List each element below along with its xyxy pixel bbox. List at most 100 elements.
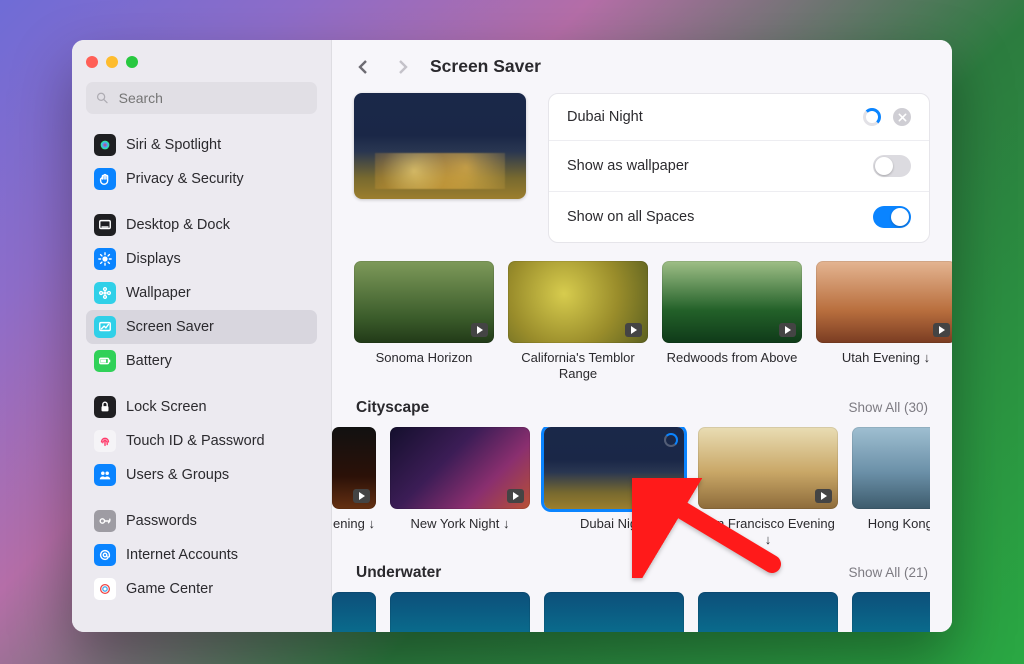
section-row[interactable] [332,592,930,632]
show-on-all-spaces-label: Show on all Spaces [567,209,694,225]
sidebar-item-label: Displays [126,251,181,267]
thumbnail-image [354,261,494,343]
play-icon [507,489,524,503]
screensaver-thumbnail[interactable] [332,592,376,632]
play-icon [661,489,678,503]
current-screensaver-name: Dubai Night [567,109,643,125]
thumbnail-label: Dubai Night [544,516,684,532]
play-icon [353,489,370,503]
sidebar-item-label: Touch ID & Password [126,433,265,449]
sidebar-item-label: Passwords [126,513,197,529]
screensaver-thumbnail[interactable]: San Francisco Evening ↓ [698,427,838,549]
download-progress-icon [863,108,881,126]
screensaver-thumbnail[interactable]: ening ↓ [332,427,376,549]
sidebar-item-users-groups[interactable]: Users & Groups [86,458,317,492]
screensaver-catalog[interactable]: Sonoma Horizon California's Temblor Range… [332,261,952,632]
thumbnail-label: Hong Kong Harbor [852,516,930,532]
screensaver-thumbnail[interactable] [852,592,930,632]
window-controls [86,56,317,68]
sidebar-item-label: Game Center [126,581,213,597]
sidebar-item-label: Battery [126,353,172,369]
flower-icon [94,282,116,304]
sidebar-item-privacy-security[interactable]: Privacy & Security [86,162,317,196]
sidebar-item-label: Privacy & Security [126,171,244,187]
sidebar-item-desktop-dock[interactable]: Desktop & Dock [86,208,317,242]
thumbnail-image [698,592,838,632]
sidebar-item-label: Siri & Spotlight [126,137,221,153]
sidebar-item-passwords[interactable]: Passwords [86,504,317,538]
at-icon [94,544,116,566]
sidebar-item-siri-spotlight[interactable]: Siri & Spotlight [86,128,317,162]
screensaver-thumbnail[interactable]: Dubai Night [544,427,684,549]
toolbar: Screen Saver [332,40,952,87]
forward-button[interactable] [392,57,412,77]
screensaver-thumbnail[interactable]: Utah Evening ↓ [816,261,952,383]
sidebar-item-lock-screen[interactable]: Lock Screen [86,390,317,424]
back-button[interactable] [354,57,374,77]
thumbnail-label: California's Temblor Range [508,350,648,383]
screensaver-icon [94,316,116,338]
screensaver-thumbnail[interactable]: California's Temblor Range [508,261,648,383]
thumbnail-image [332,592,376,632]
thumbnail-label: Sonoma Horizon [354,350,494,366]
siri-icon [94,134,116,156]
thumbnail-image [544,592,684,632]
minimize-window-button[interactable] [106,56,118,68]
game-icon [94,578,116,600]
thumbnail-label: Redwoods from Above [662,350,802,366]
sun-icon [94,248,116,270]
zoom-window-button[interactable] [126,56,138,68]
section-row[interactable]: ening ↓ New York Night ↓ Dubai Night San Fr… [332,427,930,549]
thumbnail-download-icon [664,433,678,447]
screensaver-thumbnail[interactable] [698,592,838,632]
thumbnail-image [698,427,838,509]
search-input[interactable] [117,89,307,107]
play-icon [471,323,488,337]
sidebar-item-wallpaper[interactable]: Wallpaper [86,276,317,310]
key-icon [94,510,116,532]
show-as-wallpaper-toggle[interactable] [873,155,911,177]
play-icon [779,323,796,337]
screensaver-settings-card: Dubai Night Show as wallpaper Show on al… [548,93,930,243]
show-on-all-spaces-toggle[interactable] [873,206,911,228]
sidebar-item-touch-id-password[interactable]: Touch ID & Password [86,424,317,458]
screensaver-thumbnail[interactable] [544,592,684,632]
thumbnail-image [390,592,530,632]
system-settings-window: Siri & Spotlight Privacy & Security Deskto… [72,40,952,632]
screensaver-thumbnail[interactable]: Hong Kong Harbor [852,427,930,549]
play-icon [625,323,642,337]
show-all-button[interactable]: Show All (21) [848,565,928,580]
show-all-button[interactable]: Show All (30) [848,400,928,415]
sidebar-item-game-center[interactable]: Game Center [86,572,317,606]
sidebar-item-internet-accounts[interactable]: Internet Accounts [86,538,317,572]
sidebar-item-label: Desktop & Dock [126,217,230,233]
thumbnail-label: ening ↓ [332,516,376,532]
sidebar-item-label: Internet Accounts [126,547,238,563]
section-title: Underwater [356,564,441,582]
sidebar-item-displays[interactable]: Displays [86,242,317,276]
thumbnail-label: San Francisco Evening ↓ [698,516,838,549]
sidebar-item-label: Wallpaper [126,285,191,301]
sidebar-item-label: Lock Screen [126,399,207,415]
screensaver-thumbnail[interactable]: Redwoods from Above [662,261,802,383]
thumbnail-image [816,261,952,343]
sidebar-item-screen-saver[interactable]: Screen Saver [86,310,317,344]
thumbnail-image [390,427,530,509]
page-title: Screen Saver [430,56,541,77]
sidebar-item-label: Screen Saver [126,319,214,335]
close-window-button[interactable] [86,56,98,68]
screensaver-thumbnail[interactable] [390,592,530,632]
screensaver-thumbnail[interactable]: New York Night ↓ [390,427,530,549]
thumbnail-image [662,261,802,343]
thumbnail-image [852,592,930,632]
thumbnail-label: New York Night ↓ [390,516,530,532]
play-icon [933,323,950,337]
sidebar-item-label: Users & Groups [126,467,229,483]
users-icon [94,464,116,486]
screensaver-preview [354,93,526,199]
sidebar-item-battery[interactable]: Battery [86,344,317,378]
cancel-download-button[interactable] [893,108,911,126]
search-field[interactable] [86,82,317,114]
screensaver-thumbnail[interactable]: Sonoma Horizon [354,261,494,383]
show-as-wallpaper-row: Show as wallpaper [549,140,929,191]
